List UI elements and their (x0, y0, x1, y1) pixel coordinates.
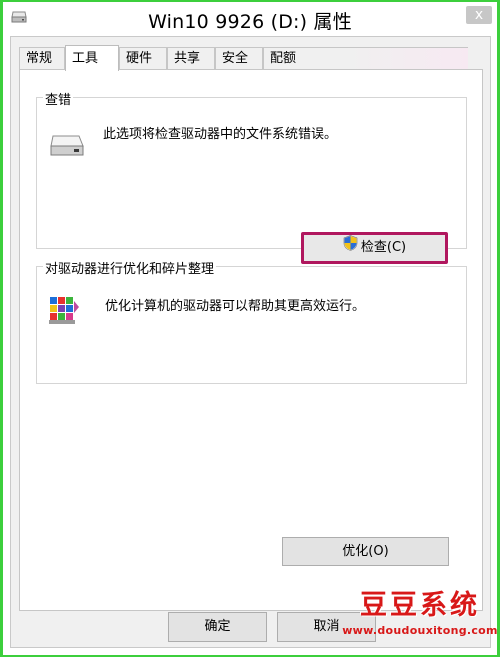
hard-drive-icon (49, 134, 85, 162)
tools-panel: 查错 此选项将检查驱动器中的文件系统错误。 检查(C) 对驱动器进行优化和碎片整… (19, 69, 483, 611)
tab-label: 配额 (270, 51, 297, 66)
group-title: 对驱动器进行优化和碎片整理 (43, 258, 217, 277)
watermark-url: www.doudouxitong.com (342, 624, 498, 637)
cancel-button-label: 取消 (313, 619, 340, 634)
tab-hardware[interactable]: 硬件 (119, 47, 167, 69)
check-button[interactable]: 检查(C) (301, 232, 448, 264)
tab-security[interactable]: 安全 (215, 47, 263, 69)
ok-button[interactable]: 确定 (168, 612, 267, 642)
watermark-title: 豆豆系统 (360, 590, 480, 621)
watermark-logo: 豆豆系统 www.doudouxitong.com (340, 590, 500, 657)
defrag-icon (47, 293, 81, 331)
tab-label: 常规 (26, 51, 53, 66)
tab-label: 安全 (222, 51, 249, 66)
optimize-button-label: 优化(O) (342, 544, 389, 559)
optimize-group: 对驱动器进行优化和碎片整理 优化计算机的驱动器可以帮助其更高效运行。 优化(O) (36, 258, 467, 566)
error-check-group: 查错 此选项将检查驱动器中的文件系统错误。 检查(C) (36, 89, 467, 264)
tab-general[interactable]: 常规 (19, 47, 65, 69)
uac-shield-icon (343, 235, 358, 261)
optimize-description: 优化计算机的驱动器可以帮助其更高效运行。 (105, 299, 366, 314)
close-icon: x (474, 7, 484, 23)
check-button-label: 检查(C) (360, 240, 407, 255)
title-bar: Win10 9926 (D:) 属性 x (3, 2, 497, 36)
tab-quota[interactable]: 配额 (263, 47, 468, 69)
group-title: 查错 (43, 89, 74, 108)
dialog-body: 常规 工具 硬件 共享 安全 配额 查错 此选项将检查驱动器中的文件系统错误。 … (10, 36, 491, 648)
error-check-description: 此选项将检查驱动器中的文件系统错误。 (103, 127, 338, 142)
tab-sharing[interactable]: 共享 (167, 47, 215, 69)
window-title: Win10 9926 (D:) 属性 (148, 11, 352, 33)
close-button[interactable]: x (466, 6, 492, 24)
tab-label: 硬件 (126, 51, 153, 66)
tab-label: 工具 (72, 51, 99, 66)
optimize-button[interactable]: 优化(O) (282, 537, 449, 566)
tab-label: 共享 (174, 51, 201, 66)
ok-button-label: 确定 (204, 619, 231, 634)
properties-window: Win10 9926 (D:) 属性 x 常规 工具 硬件 共享 安全 配额 查… (3, 2, 497, 655)
tab-tools[interactable]: 工具 (65, 45, 119, 71)
